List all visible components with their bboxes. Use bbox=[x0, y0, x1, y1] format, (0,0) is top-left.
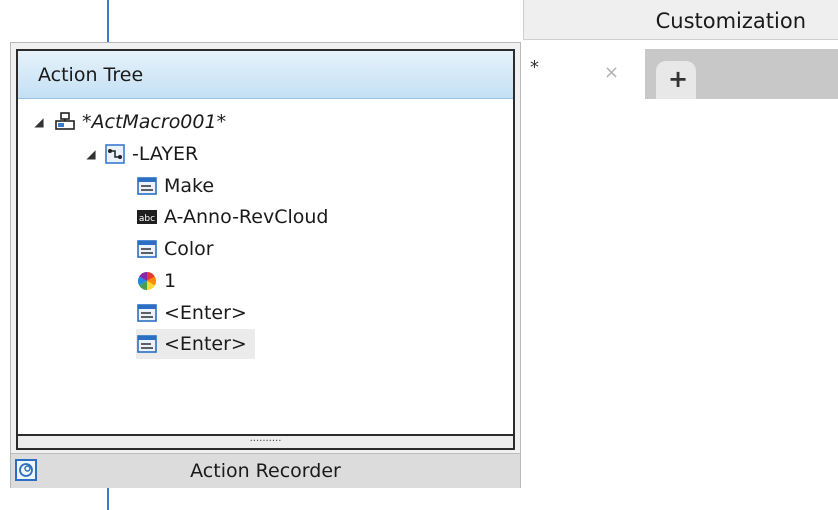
command-input-icon bbox=[136, 175, 158, 197]
macro-icon bbox=[54, 111, 76, 133]
document-tab-modified-marker: * bbox=[530, 57, 539, 78]
command-input-icon bbox=[136, 333, 158, 355]
action-recorder-palette: Action Tree ◢ *ActMacro001* ◢ -LAYER Mak… bbox=[10, 42, 521, 488]
command-input-icon bbox=[136, 302, 158, 324]
tree-item-label: 1 bbox=[164, 270, 177, 292]
background-divider-top bbox=[107, 0, 109, 42]
collapse-arrow-icon[interactable]: ◢ bbox=[32, 115, 46, 129]
tree-item-selected[interactable]: <Enter> bbox=[136, 329, 255, 359]
customization-tab[interactable]: Customization bbox=[523, 0, 838, 40]
action-tree-panel: Action Tree ◢ *ActMacro001* ◢ -LAYER Mak… bbox=[16, 49, 515, 436]
tree-item-label: Make bbox=[164, 175, 215, 197]
tree-node-root[interactable]: *ActMacro001* bbox=[54, 107, 226, 137]
background-divider-bottom bbox=[107, 488, 109, 510]
customization-tab-label: Customization bbox=[655, 9, 806, 33]
tree-item-label: <Enter> bbox=[164, 333, 247, 355]
command-input-icon bbox=[136, 238, 158, 260]
document-tab-strip: * × + bbox=[520, 49, 838, 99]
action-tree-title: Action Tree bbox=[38, 64, 144, 86]
tree-item-label: <Enter> bbox=[164, 302, 247, 324]
plus-icon: + bbox=[668, 65, 689, 93]
close-icon[interactable]: × bbox=[604, 62, 619, 83]
command-icon bbox=[104, 143, 126, 165]
panel-splitter[interactable]: ·········· bbox=[16, 436, 515, 450]
tree-item[interactable]: Color bbox=[136, 234, 214, 264]
collapse-arrow-icon[interactable]: ◢ bbox=[84, 147, 98, 161]
tree-node-command-label: -LAYER bbox=[132, 143, 199, 165]
color-wheel-icon bbox=[136, 270, 158, 292]
tree-item[interactable]: 1 bbox=[136, 266, 176, 296]
tree-node-command[interactable]: -LAYER bbox=[104, 139, 198, 169]
action-recorder-label: Action Recorder bbox=[190, 460, 341, 482]
document-tab[interactable]: * × bbox=[520, 49, 645, 99]
splitter-grip-icon: ·········· bbox=[249, 436, 282, 447]
svg-text:abc: abc bbox=[139, 214, 155, 224]
tree-item[interactable]: abc A-Anno-RevCloud bbox=[136, 202, 329, 232]
new-tab-button[interactable]: + bbox=[656, 61, 696, 99]
action-tree-header: Action Tree bbox=[18, 51, 513, 99]
tree-node-root-label: *ActMacro001* bbox=[82, 111, 227, 133]
text-input-icon: abc bbox=[136, 206, 158, 228]
tree-item-label: Color bbox=[164, 238, 214, 260]
tree-item[interactable]: Make bbox=[136, 171, 214, 201]
tree-item[interactable]: <Enter> bbox=[136, 298, 247, 328]
action-recorder-bar[interactable]: Action Recorder bbox=[11, 453, 520, 488]
tree-item-label: A-Anno-RevCloud bbox=[164, 206, 329, 228]
